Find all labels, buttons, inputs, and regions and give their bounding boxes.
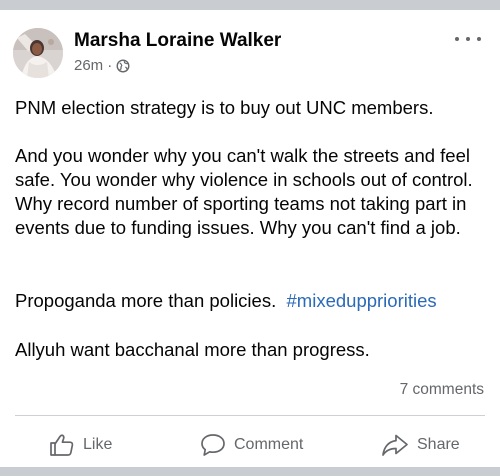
meta-separator: · <box>107 57 113 74</box>
post-paragraph: And you wonder why you can't walk the st… <box>15 145 473 238</box>
post-meta: 26m · <box>74 57 130 74</box>
author-name[interactable]: Marsha Loraine Walker <box>74 30 281 52</box>
post-paragraph: Propoganda more than policies. #mixedupp… <box>15 289 437 313</box>
thumbs-up-icon <box>50 434 74 456</box>
avatar-photo <box>13 28 63 78</box>
comment-button[interactable]: Comment <box>200 430 303 460</box>
feed-divider-top <box>0 0 500 10</box>
post-card: Marsha Loraine Walker 26m · PNM election… <box>0 10 500 467</box>
post-paragraph-text: Propoganda more than policies. <box>15 290 287 311</box>
more-dot-icon <box>466 37 470 41</box>
avatar[interactable] <box>13 28 63 78</box>
like-label: Like <box>83 436 113 453</box>
more-dot-icon <box>455 37 459 41</box>
globe-icon <box>116 59 130 72</box>
comment-bubble-icon <box>201 434 225 456</box>
feed-divider-bottom <box>0 467 500 476</box>
post-paragraph: Allyuh want bacchanal more than progress… <box>15 339 370 360</box>
share-button[interactable]: Share <box>381 430 460 460</box>
comment-label: Comment <box>234 436 304 453</box>
post-timestamp[interactable]: 26m <box>74 57 103 74</box>
share-label: Share <box>417 436 460 453</box>
more-options-button[interactable] <box>455 30 481 48</box>
more-dot-icon <box>477 37 481 41</box>
like-button[interactable]: Like <box>49 430 112 460</box>
post-paragraph: PNM election strategy is to buy out UNC … <box>15 97 434 118</box>
comments-count-link[interactable]: 7 comments <box>400 381 484 399</box>
actions-divider <box>15 415 485 416</box>
share-arrow-icon <box>382 434 408 456</box>
hashtag-link[interactable]: #mixeduppriorities <box>287 290 437 311</box>
